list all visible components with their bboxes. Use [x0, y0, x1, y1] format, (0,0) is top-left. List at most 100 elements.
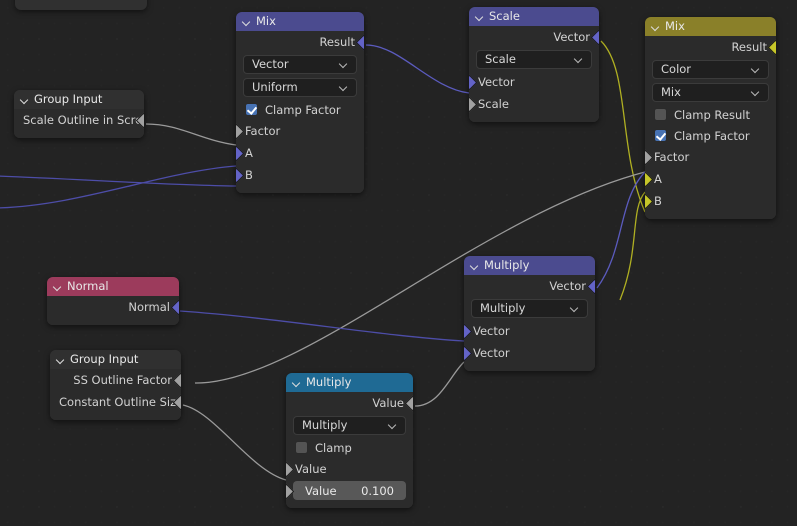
chevron-down-icon[interactable]: [242, 17, 251, 26]
checkbox-unchecked-icon[interactable]: [295, 441, 308, 454]
vector-math-scale-node[interactable]: Scale Vector Scale Vector Scale: [469, 7, 599, 122]
socket-input-value: [286, 461, 295, 478]
mix-vector-node[interactable]: Mix Result Vector Uniform Clamp Factor Factor…: [236, 12, 364, 193]
output-label: Normal: [128, 300, 170, 314]
chevron-down-icon[interactable]: [752, 89, 760, 97]
mix-color-node[interactable]: Mix Result Color Mix Clamp Result Clamp Facto…: [645, 17, 776, 219]
checkbox-row[interactable]: Clamp Result: [645, 104, 776, 125]
socket-output-vector: [586, 278, 595, 295]
value-field-row: Value 0.100: [286, 481, 413, 500]
checkbox-unchecked-icon[interactable]: [654, 108, 667, 121]
link-group-input-2-size-to-math-value[interactable]: [182, 404, 287, 481]
socket-input-factor: [236, 123, 245, 140]
dropdown[interactable]: Multiply: [293, 416, 406, 435]
vector-math-multiply-node-header[interactable]: Multiply: [464, 256, 595, 275]
chevron-down-icon[interactable]: [575, 56, 583, 64]
vector-math-multiply-node[interactable]: Multiply Vector Multiply Vector Vector: [464, 256, 595, 371]
checkbox-row[interactable]: Clamp Factor: [236, 99, 364, 120]
checkbox-row[interactable]: Clamp: [286, 437, 413, 458]
input-socket-row[interactable]: Value: [286, 458, 413, 480]
math-multiply-node-inner: Multiply Value Multiply Clamp Value Value 0.10…: [286, 373, 413, 508]
output-socket-row[interactable]: Normal: [47, 296, 179, 318]
input-socket-row[interactable]: B: [236, 164, 364, 186]
input-label: Factor: [654, 150, 690, 164]
input-label: Vector: [473, 346, 510, 360]
mix-color-node-header[interactable]: Mix: [645, 17, 776, 36]
group-input-node-top[interactable]: Group Input Scale Outline in Scre…: [14, 90, 144, 138]
group-input-node-bottom-inner: Group Input SS Outline Factor Constant Out…: [50, 350, 181, 420]
input-socket-row[interactable]: B: [645, 190, 776, 212]
node-title: Multiply: [484, 258, 530, 272]
checkbox-label: Clamp Factor: [674, 128, 750, 143]
chevron-down-icon[interactable]: [475, 12, 484, 21]
socket-input-factor: [645, 149, 654, 166]
output-socket-row[interactable]: Constant Outline Size: [50, 391, 181, 413]
output-socket-row[interactable]: Value: [286, 392, 413, 414]
input-socket-row[interactable]: Scale: [469, 93, 599, 115]
math-multiply-node-header[interactable]: Multiply: [286, 373, 413, 392]
output-socket-row[interactable]: Vector: [464, 275, 595, 297]
link-scale-vector-to-mix-color-b[interactable]: [600, 40, 646, 213]
normal-node[interactable]: Normal Normal: [47, 277, 179, 325]
chevron-down-icon[interactable]: [571, 305, 579, 313]
chevron-down-icon[interactable]: [389, 422, 397, 430]
vector-math-scale-node-header[interactable]: Scale: [469, 7, 599, 26]
chevron-down-icon[interactable]: [752, 66, 760, 74]
input-socket-row[interactable]: A: [236, 142, 364, 164]
input-socket-row[interactable]: Vector: [464, 342, 595, 364]
output-label: Constant Outline Size: [59, 395, 181, 409]
chevron-down-icon[interactable]: [340, 61, 348, 69]
value-field[interactable]: Value 0.100: [293, 481, 406, 500]
input-socket-row[interactable]: Factor: [645, 146, 776, 168]
link-offleft-to-mix-b[interactable]: [0, 175, 237, 187]
dropdown[interactable]: Mix: [652, 83, 769, 102]
link-offleft-to-mix-a[interactable]: [0, 165, 237, 209]
chevron-down-icon[interactable]: [651, 22, 660, 31]
input-socket-row[interactable]: Vector: [464, 320, 595, 342]
checkbox-row[interactable]: Clamp Factor: [645, 125, 776, 146]
node-editor-canvas[interactable]: Mix Result Vector Uniform Clamp Factor Factor…: [0, 0, 797, 526]
chevron-down-icon[interactable]: [470, 261, 479, 270]
link-mix-result-to-scale-vector[interactable]: [365, 44, 470, 94]
chevron-down-icon[interactable]: [53, 282, 62, 291]
dropdown[interactable]: Multiply: [471, 299, 588, 318]
socket-input-vector: [464, 345, 473, 362]
input-label: B: [245, 168, 253, 182]
output-socket-row[interactable]: Scale Outline in Scre…: [14, 109, 144, 131]
chevron-down-icon[interactable]: [340, 84, 348, 92]
socket-input-a: [236, 145, 245, 162]
group-input-node-top-body: Scale Outline in Scre…: [14, 109, 144, 138]
link-group-input-1-to-mix-factor[interactable]: [145, 123, 237, 146]
input-socket-row[interactable]: Vector: [469, 71, 599, 93]
chevron-down-icon[interactable]: [20, 95, 29, 104]
checkbox-label: Clamp: [315, 440, 352, 455]
dropdown[interactable]: Uniform: [243, 78, 357, 97]
checkbox-checked-icon[interactable]: [654, 129, 667, 142]
mix-vector-node-header[interactable]: Mix: [236, 12, 364, 31]
chevron-down-icon[interactable]: [56, 355, 65, 364]
dropdown[interactable]: Vector: [243, 55, 357, 74]
input-socket-row[interactable]: Factor: [236, 120, 364, 142]
group-input-node-bottom-header[interactable]: Group Input: [50, 350, 181, 369]
link-vector-multiply-out-to-up[interactable]: [596, 171, 646, 289]
input-socket-row[interactable]: A: [645, 168, 776, 190]
link-math-out-to-vector-multiply-2[interactable]: [414, 361, 465, 407]
normal-node-header[interactable]: Normal: [47, 277, 179, 296]
link-offbottom-to-mix-color-a[interactable]: [619, 191, 646, 301]
dropdown[interactable]: Color: [652, 60, 769, 79]
socket-output-ss-outline-factor: [172, 372, 181, 389]
dropdown[interactable]: Scale: [476, 50, 592, 69]
output-socket-row[interactable]: SS Outline Factor: [50, 369, 181, 391]
link-normal-to-vector-multiply-1[interactable]: [179, 310, 465, 342]
socket-input-vector: [469, 74, 478, 91]
chevron-down-icon[interactable]: [292, 378, 301, 387]
group-input-node-bottom[interactable]: Group Input SS Outline Factor Constant Out…: [50, 350, 181, 420]
group-input-node-top-header[interactable]: Group Input: [14, 90, 144, 109]
checkbox-checked-icon[interactable]: [245, 103, 258, 116]
output-socket-row[interactable]: Result: [236, 31, 364, 53]
output-socket-row[interactable]: Vector: [469, 26, 599, 48]
node-title: Scale: [489, 9, 520, 23]
math-multiply-node[interactable]: Multiply Value Multiply Clamp Value Value 0.10…: [286, 373, 413, 508]
output-socket-row[interactable]: Result: [645, 36, 776, 58]
socket-input-vector: [464, 323, 473, 340]
